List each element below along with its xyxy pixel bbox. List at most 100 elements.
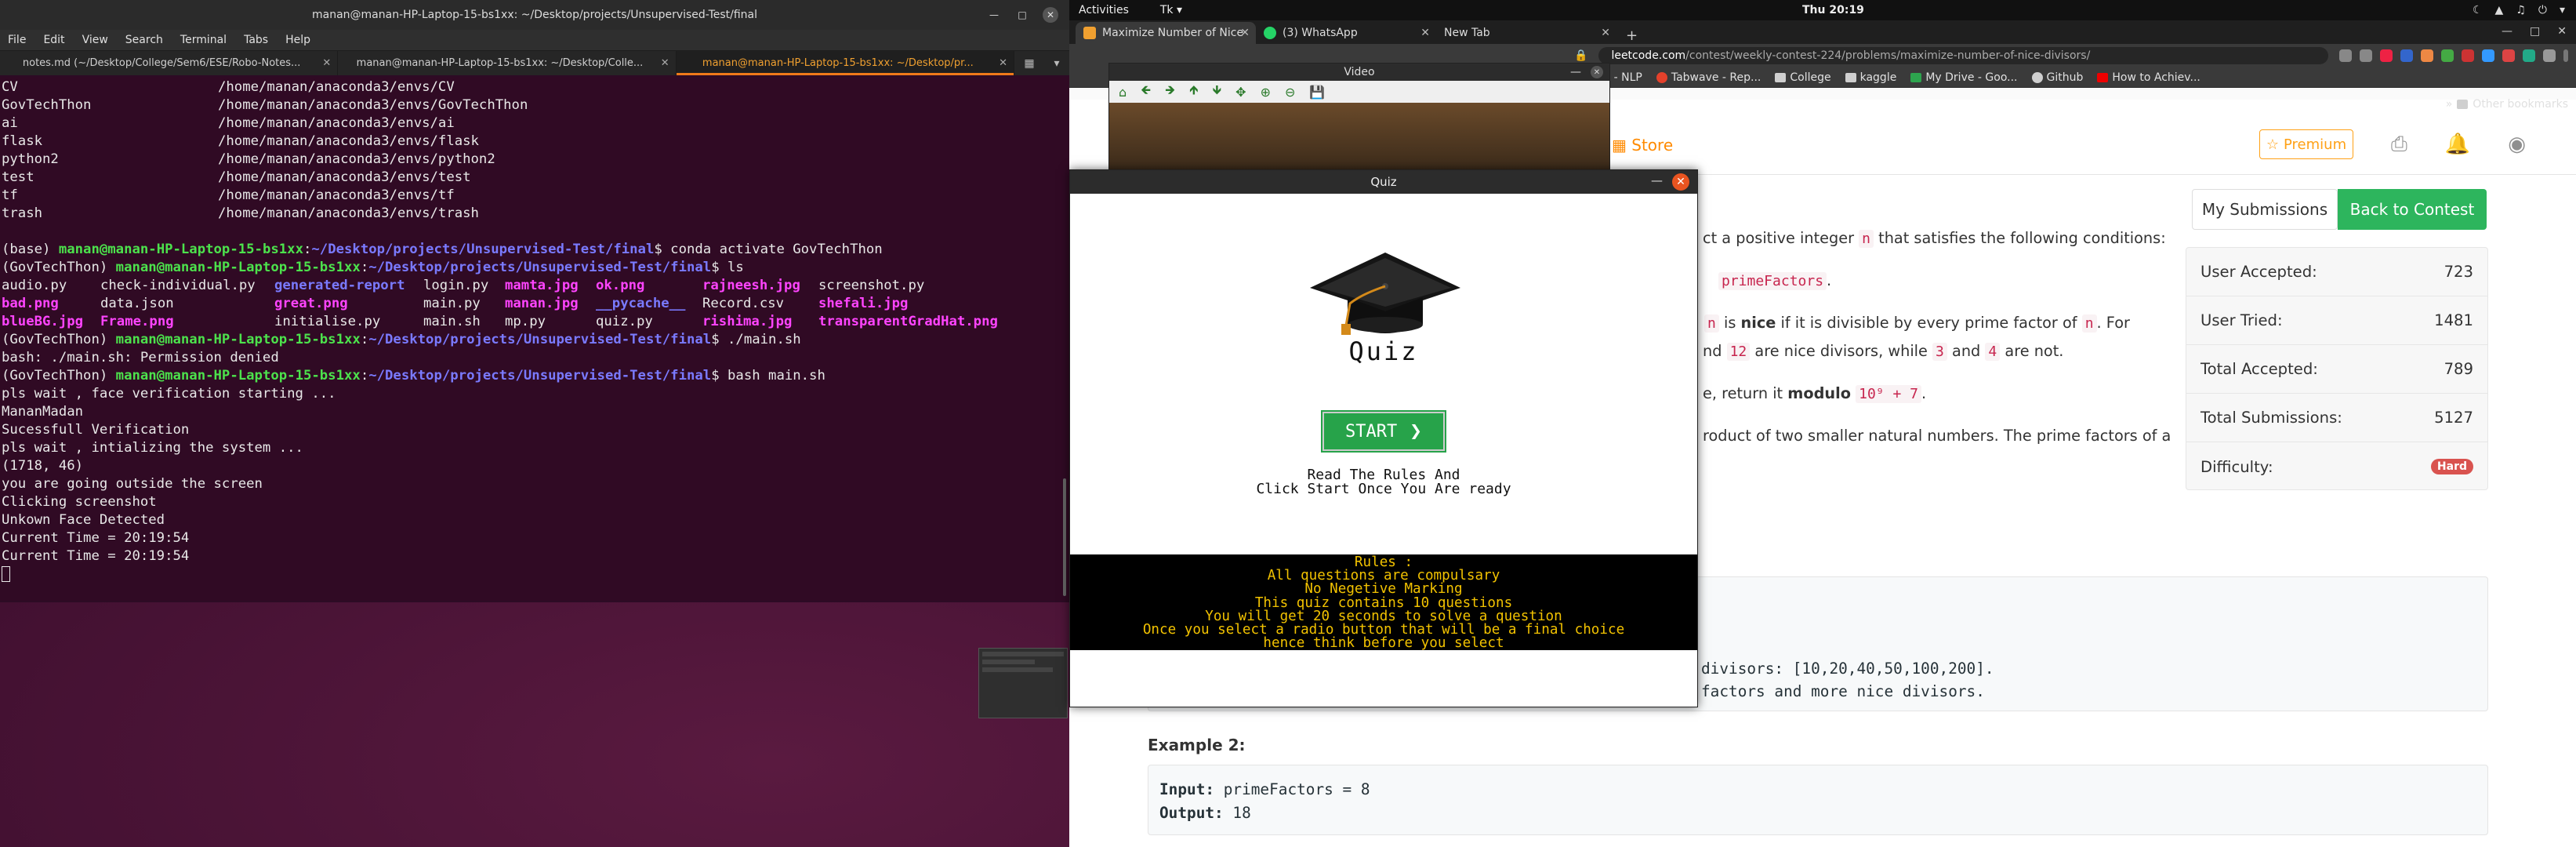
video-window[interactable]: Video — ✕ ⌂ 🡸 🡺 🡹 🡻 ✥ ⊕ ⊖ 💾 [1108, 63, 1610, 173]
premium-button[interactable]: ☆ Premium [2259, 129, 2353, 159]
search-icon[interactable] [2339, 49, 2352, 62]
menu-help[interactable]: Help [285, 34, 310, 46]
terminal-line: (GovTechThon) manan@manan-HP-Laptop-15-b… [2, 260, 744, 275]
extension-icon[interactable] [2441, 49, 2454, 62]
whatsapp-favicon-icon [1264, 27, 1276, 39]
menu-dots-icon[interactable] [2563, 49, 2568, 62]
problem-text: ct a positive integer n that satisfies t… [1703, 229, 2166, 248]
lock-icon[interactable]: 🔒 [1574, 49, 1587, 62]
avatar-icon[interactable]: ◉ [2508, 133, 2526, 157]
bookmark-item[interactable]: kaggle [1845, 71, 1896, 84]
terminal-titlebar[interactable]: manan@manan-HP-Laptop-15-bs1xx: ~/Deskto… [0, 0, 1069, 30]
browser-tab[interactable]: New Tab ✕ [1436, 22, 1616, 44]
bookmark-item[interactable]: College [1775, 71, 1831, 84]
bookmark-item[interactable]: Github [2031, 71, 2083, 84]
top-panel: Activities Tk ▾ Thu 20:19 ☾ ▲ ♫ ⏻ ▾ [1069, 0, 2576, 20]
minimize-icon[interactable]: — [1570, 66, 1581, 78]
extension-icon[interactable] [2482, 49, 2494, 62]
menu-edit[interactable]: Edit [43, 34, 64, 46]
folder-icon [1845, 72, 1856, 82]
network-icon[interactable]: ▲ [2495, 4, 2504, 16]
address-bar[interactable]: leetcode.com/contest/weekly-contest-224/… [1598, 47, 2328, 64]
terminal-tab[interactable]: manan@manan-HP-Laptop-15-bs1xx: ~/Deskto… [338, 51, 677, 75]
power-icon[interactable]: ⏻ [2538, 4, 2547, 16]
close-icon[interactable]: ✕ [1672, 173, 1689, 191]
activities-button[interactable]: Activities [1079, 4, 1129, 16]
quiz-titlebar[interactable]: Quiz — ✕ [1070, 170, 1697, 194]
quiz-window[interactable]: Quiz — ✕ Quiz START ❯ Read The Rules And… [1069, 169, 1698, 707]
terminal-tab-active[interactable]: manan@manan-HP-Laptop-15-bs1xx: ~/Deskto… [676, 51, 1014, 75]
menu-tabs[interactable]: Tabs [244, 34, 268, 46]
browser-tab[interactable]: (3) WhatsApp ✕ [1256, 22, 1436, 44]
minimize-icon[interactable]: — [2502, 25, 2513, 38]
terminal-tab[interactable]: notes.md (~/Desktop/College/Sem6/ESE/Rob… [0, 51, 339, 75]
new-tab-icon[interactable]: ▦ [1024, 57, 1034, 70]
extension-icon[interactable] [2502, 49, 2515, 62]
bookmark-item[interactable]: My Drive - Goo... [1910, 71, 2018, 84]
app-menu[interactable]: Tk ▾ [1160, 4, 1182, 16]
close-icon[interactable]: ✕ [1591, 66, 1603, 78]
back-to-contest-button[interactable]: Back to Contest [2338, 189, 2487, 230]
terminal-output[interactable]: CV/home/manan/anaconda3/envs/CV GovTechTh… [0, 77, 1069, 601]
close-tab-icon[interactable]: ✕ [1240, 27, 1250, 39]
extension-icon[interactable] [2462, 49, 2474, 62]
menu-search[interactable]: Search [125, 34, 163, 46]
moon-icon[interactable]: ☾ [2473, 4, 2483, 16]
menu-terminal[interactable]: Terminal [180, 34, 227, 46]
playground-icon[interactable]: ⎙ [2391, 133, 2407, 157]
extension-icon[interactable] [2380, 49, 2393, 62]
extension-icon[interactable] [2421, 49, 2433, 62]
clock[interactable]: Thu 20:19 [1802, 4, 1864, 16]
close-tab-icon[interactable]: ✕ [999, 57, 1007, 69]
start-button[interactable]: START ❯ [1321, 410, 1446, 453]
menu-view[interactable]: View [82, 34, 108, 46]
other-bookmarks[interactable]: » Other bookmarks [2446, 98, 2568, 111]
terminal-line: pls wait , intializing the system ... [2, 440, 303, 456]
maximize-icon[interactable]: □ [1014, 7, 1030, 23]
arrow-left-icon[interactable]: 🡸 [1141, 82, 1151, 103]
terminal-window[interactable]: manan@manan-HP-Laptop-15-bs1xx: ~/Deskto… [0, 0, 1069, 602]
bookmark-item[interactable]: How to Achiev... [2097, 71, 2200, 84]
video-titlebar[interactable]: Video — ✕ [1109, 64, 1609, 81]
arrow-right-icon[interactable]: 🡺 [1165, 82, 1175, 103]
volume-icon[interactable]: ♫ [2516, 4, 2526, 16]
close-icon[interactable]: ✕ [1043, 7, 1058, 23]
extension-icon[interactable] [2400, 49, 2413, 62]
window-thumbnail[interactable] [978, 648, 1068, 718]
bell-icon[interactable]: 🔔 [2445, 133, 2470, 157]
terminal-scrollbar[interactable] [1063, 478, 1066, 596]
tab-menu-icon[interactable]: ▾ [1054, 57, 1060, 70]
terminal-line [2, 565, 1069, 583]
store-link[interactable]: ▦ Store [1612, 136, 1673, 154]
zoom-in-icon[interactable]: ⊕ [1261, 85, 1271, 100]
puzzle-icon[interactable] [2543, 49, 2556, 62]
close-tab-icon[interactable]: ✕ [1601, 27, 1610, 39]
arrow-up-icon[interactable]: 🡹 [1189, 82, 1199, 103]
arrow-down-icon[interactable]: 🡻 [1213, 82, 1222, 103]
terminal-line: trash/home/manan/anaconda3/envs/trash [2, 205, 479, 221]
chevron-down-icon[interactable]: ▾ [2560, 4, 2565, 16]
bookmark-item[interactable]: Tabwave - Rep... [1656, 71, 1761, 84]
home-icon[interactable]: ⌂ [1119, 85, 1127, 100]
new-tab-button[interactable]: + [1616, 27, 1647, 44]
move-icon[interactable]: ✥ [1235, 85, 1246, 100]
extension-icon[interactable] [2523, 49, 2535, 62]
close-tab-icon[interactable]: ✕ [322, 57, 331, 69]
menu-file[interactable]: File [8, 34, 26, 46]
close-tab-icon[interactable]: ✕ [661, 57, 669, 69]
close-icon[interactable]: ✕ [2557, 25, 2567, 38]
browser-tab-active[interactable]: Maximize Number of Nice ✕ [1076, 22, 1256, 44]
terminal-line: Current Time = 20:19:54 [2, 548, 190, 564]
star-icon[interactable] [2360, 49, 2372, 62]
minimize-icon[interactable]: — [986, 7, 1002, 23]
example-2-heading: Example 2: [1148, 736, 1246, 754]
my-submissions-button[interactable]: My Submissions [2192, 189, 2338, 230]
close-tab-icon[interactable]: ✕ [1420, 27, 1430, 39]
maximize-icon[interactable]: □ [2530, 25, 2540, 38]
video-toolbar: ⌂ 🡸 🡺 🡹 🡻 ✥ ⊕ ⊖ 💾 [1109, 81, 1609, 103]
video-title: Video [1344, 66, 1375, 78]
quiz-instructions: Read The Rules And Click Start Once You … [1070, 468, 1697, 496]
minimize-icon[interactable]: — [1651, 173, 1663, 187]
save-icon[interactable]: 💾 [1309, 85, 1325, 100]
zoom-out-icon[interactable]: ⊖ [1285, 85, 1295, 100]
